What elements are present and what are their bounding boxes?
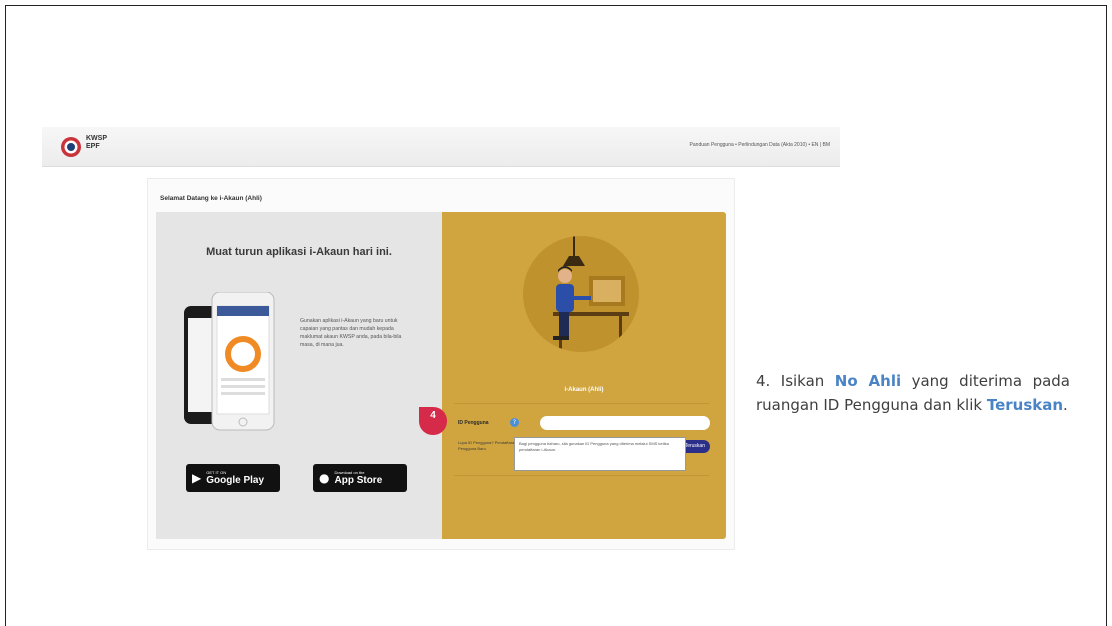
promo-title: Muat turun aplikasi i-Akaun hari ini. bbox=[206, 246, 392, 258]
google-play-icon: ▶ bbox=[192, 471, 202, 485]
instruction-highlight-teruskan: Teruskan bbox=[986, 396, 1064, 414]
id-label: ID Pengguna bbox=[458, 420, 489, 426]
kwsp-logo-icon[interactable] bbox=[60, 136, 82, 158]
user-at-desk-illustration-icon bbox=[523, 236, 639, 352]
step-marker-icon: 4 bbox=[419, 407, 447, 435]
app-promo-panel: Muat turun aplikasi i-Akaun hari ini. Gu… bbox=[156, 212, 442, 539]
step-number: 4 bbox=[430, 410, 436, 421]
instruction-prefix: 4. Isikan bbox=[756, 372, 835, 390]
apple-icon: ● bbox=[319, 471, 330, 485]
instruction-highlight-no-ahli: No Ahli bbox=[834, 372, 902, 390]
phone-illustration-icon bbox=[184, 292, 275, 431]
google-play-label: Google Play bbox=[206, 475, 265, 486]
divider bbox=[454, 475, 709, 476]
logo-text: KWSP EPF bbox=[86, 135, 107, 151]
app-store-button[interactable]: ● Download on the App Store bbox=[313, 464, 407, 492]
login-panel: i-Akaun (Ahli) ID Pengguna ? Lupa ID Pen… bbox=[442, 212, 726, 539]
app-store-label: App Store bbox=[334, 475, 383, 486]
logo-line2: EPF bbox=[86, 143, 100, 150]
site-header: KWSP EPF Panduan Pengguna • Perlindungan… bbox=[42, 127, 840, 167]
instruction-suffix: . bbox=[1063, 396, 1068, 414]
google-play-button[interactable]: ▶ GET IT ON Google Play bbox=[186, 464, 280, 492]
tooltip: Bagi pengguna baharu, sila gunakan ID Pe… bbox=[514, 437, 686, 471]
forgot-id-link[interactable]: Lupa ID Pengguna? Pendaftaran Pengguna B… bbox=[458, 440, 518, 452]
promo-text: Gunakan aplikasi i-Akaun yang baru untuk… bbox=[300, 318, 402, 348]
instruction-text: 4. Isikan No Ahli yang diterima pada rua… bbox=[756, 369, 1070, 417]
login-card: Selamat Datang ke i-Akaun (Ahli) Muat tu… bbox=[147, 178, 735, 550]
logo-line1: KWSP bbox=[86, 135, 107, 142]
header-links[interactable]: Panduan Pengguna • Perlindungan Data (Ak… bbox=[690, 142, 830, 148]
login-title: i-Akaun (Ahli) bbox=[564, 387, 604, 393]
user-id-input[interactable] bbox=[540, 416, 710, 430]
help-icon[interactable]: ? bbox=[510, 418, 519, 427]
divider bbox=[454, 403, 709, 404]
card-title: Selamat Datang ke i-Akaun (Ahli) bbox=[160, 195, 262, 202]
